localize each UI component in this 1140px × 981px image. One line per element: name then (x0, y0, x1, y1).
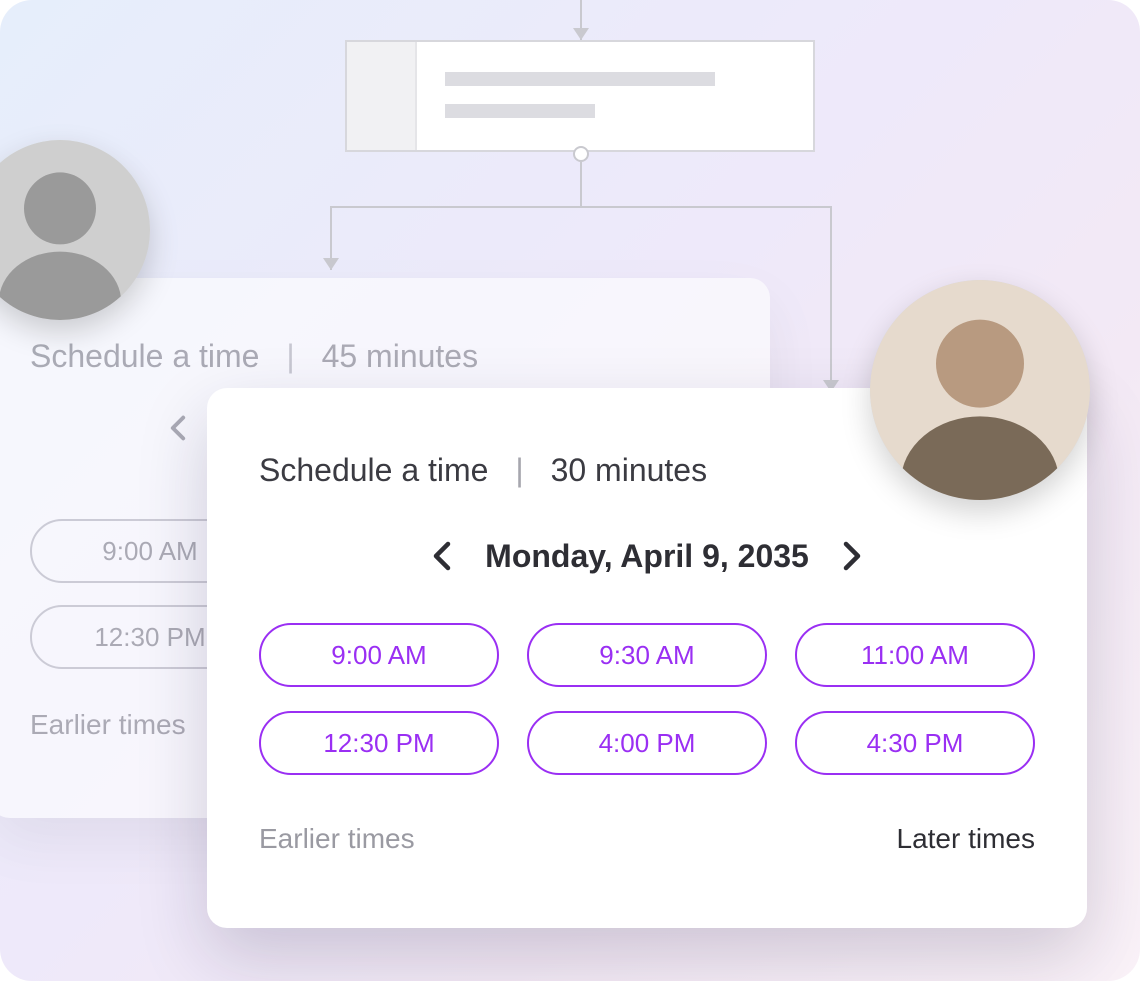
flow-branch-node (573, 146, 589, 162)
avatar (870, 280, 1090, 500)
card-title: Schedule a time (259, 452, 488, 488)
time-slot-button[interactable]: 12:30 PM (259, 711, 499, 775)
card-heading: Schedule a time | 45 minutes (30, 338, 730, 375)
card-duration: 45 minutes (322, 338, 479, 374)
separator: | (286, 338, 294, 374)
prev-day-button[interactable] (425, 537, 459, 575)
flow-connector (830, 206, 832, 392)
flow-connector (330, 206, 830, 208)
time-slot-button[interactable]: 4:30 PM (795, 711, 1035, 775)
separator: | (515, 452, 523, 488)
time-slot-button[interactable]: 9:30 AM (527, 623, 767, 687)
next-day-button[interactable] (835, 537, 869, 575)
chevron-right-icon (843, 541, 861, 571)
card-duration: 30 minutes (551, 452, 708, 488)
later-times-link[interactable]: Later times (897, 823, 1036, 855)
earlier-times-link[interactable]: Earlier times (259, 823, 415, 855)
flow-node-stub (347, 42, 417, 150)
chevron-left-icon (433, 541, 451, 571)
time-slot-button[interactable]: 9:00 AM (259, 623, 499, 687)
card-title: Schedule a time (30, 338, 259, 374)
flow-arrow-icon (323, 258, 339, 270)
time-slot-button[interactable]: 11:00 AM (795, 623, 1035, 687)
placeholder-line (445, 72, 715, 86)
current-date: Monday, April 9, 2035 (485, 538, 809, 575)
stage-background: Schedule a time | 45 minutes 9:00 AM 12:… (0, 0, 1140, 981)
flow-connector (580, 162, 582, 206)
time-slot-button[interactable]: 4:00 PM (527, 711, 767, 775)
date-navigator: Monday, April 9, 2035 (259, 537, 1035, 575)
placeholder-line (445, 104, 595, 118)
flow-arrow-icon (573, 28, 589, 40)
time-slot-grid: 9:00 AM 9:30 AM 11:00 AM 12:30 PM 4:00 P… (259, 623, 1035, 775)
flow-node-box (345, 40, 815, 152)
